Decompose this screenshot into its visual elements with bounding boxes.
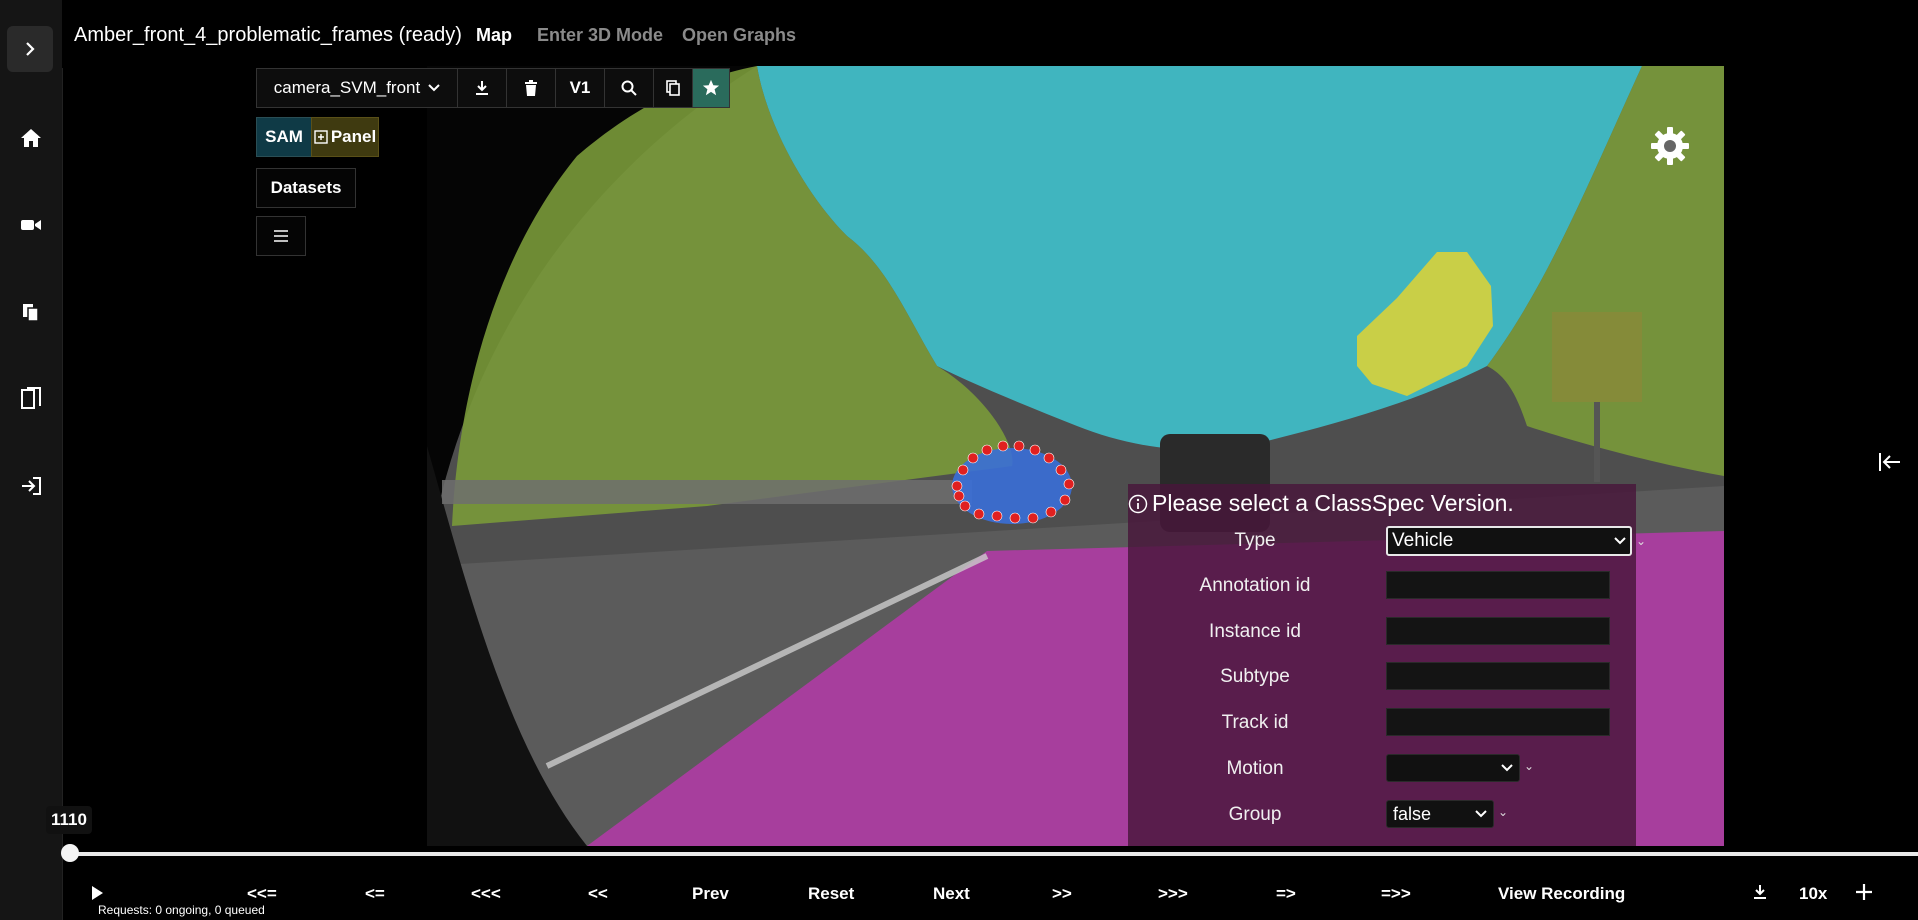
annotation-id-field[interactable] <box>1386 571 1610 599</box>
forward-fast-button[interactable]: >>> <box>1158 884 1188 904</box>
track-id-field[interactable] <box>1386 708 1610 736</box>
chevron-down-icon <box>1475 810 1487 818</box>
motion-select[interactable] <box>1386 754 1520 782</box>
requests-status: Requests: 0 ongoing, 0 queued <box>98 903 265 917</box>
tab-open-graphs[interactable]: Open Graphs <box>682 25 796 46</box>
search-button[interactable] <box>605 69 654 107</box>
datasets-button[interactable]: Datasets <box>256 168 356 208</box>
type-select-value: Vehicle <box>1392 530 1454 551</box>
chevron-down-icon <box>1501 764 1513 772</box>
track-id-label: Track id <box>1221 712 1289 733</box>
frame-number-badge: 1110 <box>46 806 92 834</box>
camera-toolbar: camera_SVM_front V1 <box>256 68 730 108</box>
expand-sidebar-button[interactable] <box>7 26 53 72</box>
playback-controls: <<= <= <<< << Prev Reset Next >> >>> => … <box>0 868 1918 920</box>
forward-button[interactable]: >> <box>1052 884 1072 904</box>
subtype-label: Subtype <box>1220 666 1290 687</box>
group-select-value: false <box>1393 803 1432 824</box>
arrow-left-to-line-icon <box>1879 453 1900 471</box>
chevron-down-icon <box>1614 537 1626 545</box>
group-label: Group <box>1228 804 1282 825</box>
top-bar: Amber_front_4_problematic_frames (ready)… <box>62 0 1918 68</box>
form-header: Please select a ClassSpec Version. <box>1128 490 1514 517</box>
left-sidebar <box>0 0 63 920</box>
plus-icon <box>1856 884 1872 900</box>
sam-button[interactable]: SAM <box>256 117 312 157</box>
gear-icon <box>1651 127 1689 165</box>
reset-button[interactable]: Reset <box>808 884 854 904</box>
info-icon <box>1128 494 1148 513</box>
home-icon[interactable] <box>17 124 45 152</box>
next-button[interactable]: Next <box>933 884 970 904</box>
rewind-button[interactable]: << <box>588 884 608 904</box>
skip-last-button[interactable]: =>> <box>1381 884 1411 904</box>
chevron-down-icon: ⌄ <box>1524 759 1535 773</box>
chevron-down-icon: ⌄ <box>1498 805 1509 819</box>
search-icon <box>621 80 637 96</box>
camera-select[interactable]: camera_SVM_front <box>257 69 458 107</box>
recording-title: Amber_front_4_problematic_frames (ready) <box>74 24 462 46</box>
download-recording-button[interactable] <box>1752 884 1768 905</box>
road-sign <box>1552 312 1642 402</box>
download-button[interactable] <box>458 69 507 107</box>
group-select[interactable]: false <box>1386 800 1494 828</box>
video-camera-icon[interactable] <box>17 211 45 239</box>
plus-square-icon <box>314 130 328 144</box>
chevron-down-icon: ⌄ <box>1636 534 1647 548</box>
settings-button[interactable] <box>1650 126 1690 166</box>
camera-select-value: camera_SVM_front <box>273 78 421 97</box>
prev-button[interactable]: Prev <box>692 884 729 904</box>
playback-speed[interactable]: 10x <box>1799 884 1827 904</box>
rewind-fast-button[interactable]: <<< <box>471 884 501 904</box>
timeline-slider-handle[interactable] <box>61 844 79 862</box>
copy-button[interactable] <box>654 69 693 107</box>
favorite-button[interactable] <box>693 69 729 107</box>
view-recording-button[interactable]: View Recording <box>1498 884 1625 904</box>
instance-id-label: Instance id <box>1209 621 1301 642</box>
skip-back-large-button[interactable]: <= <box>365 884 385 904</box>
trash-icon <box>525 80 537 96</box>
download-icon <box>476 81 488 95</box>
version-button[interactable]: V1 <box>556 69 605 107</box>
skip-first-button[interactable]: <<= <box>247 884 277 904</box>
annotation-id-label: Annotation id <box>1199 575 1311 596</box>
hamburger-icon <box>274 230 288 242</box>
sign-in-icon[interactable] <box>17 472 45 500</box>
collapse-panel-button[interactable] <box>1876 450 1904 474</box>
motion-label: Motion <box>1226 758 1284 779</box>
play-icon <box>92 886 103 900</box>
timeline-slider[interactable] <box>70 852 1918 856</box>
star-icon <box>702 79 720 96</box>
download-icon <box>1754 885 1766 899</box>
chevron-down-icon <box>428 84 440 92</box>
add-panel-button[interactable]: Panel <box>311 117 379 157</box>
document-icon[interactable] <box>17 385 45 413</box>
copy-icon <box>666 80 680 96</box>
tab-map[interactable]: Map <box>476 25 512 46</box>
tab-enter-3d-mode[interactable]: Enter 3D Mode <box>537 25 663 46</box>
road-sign-post <box>1594 402 1600 482</box>
chevron-right-icon <box>26 42 35 56</box>
files-icon[interactable] <box>17 298 45 326</box>
panel-label: Panel <box>330 127 377 146</box>
type-select[interactable]: Vehicle <box>1386 526 1632 556</box>
subtype-field[interactable] <box>1386 662 1610 690</box>
form-header-text: Please select a ClassSpec Version. <box>1152 490 1514 516</box>
menu-button[interactable] <box>256 216 306 256</box>
skip-forward-large-button[interactable]: => <box>1276 884 1296 904</box>
guardrail <box>442 480 972 504</box>
delete-button[interactable] <box>507 69 556 107</box>
type-label: Type <box>1234 530 1276 551</box>
zoom-in-button[interactable] <box>1855 883 1873 906</box>
instance-id-field[interactable] <box>1386 617 1610 645</box>
